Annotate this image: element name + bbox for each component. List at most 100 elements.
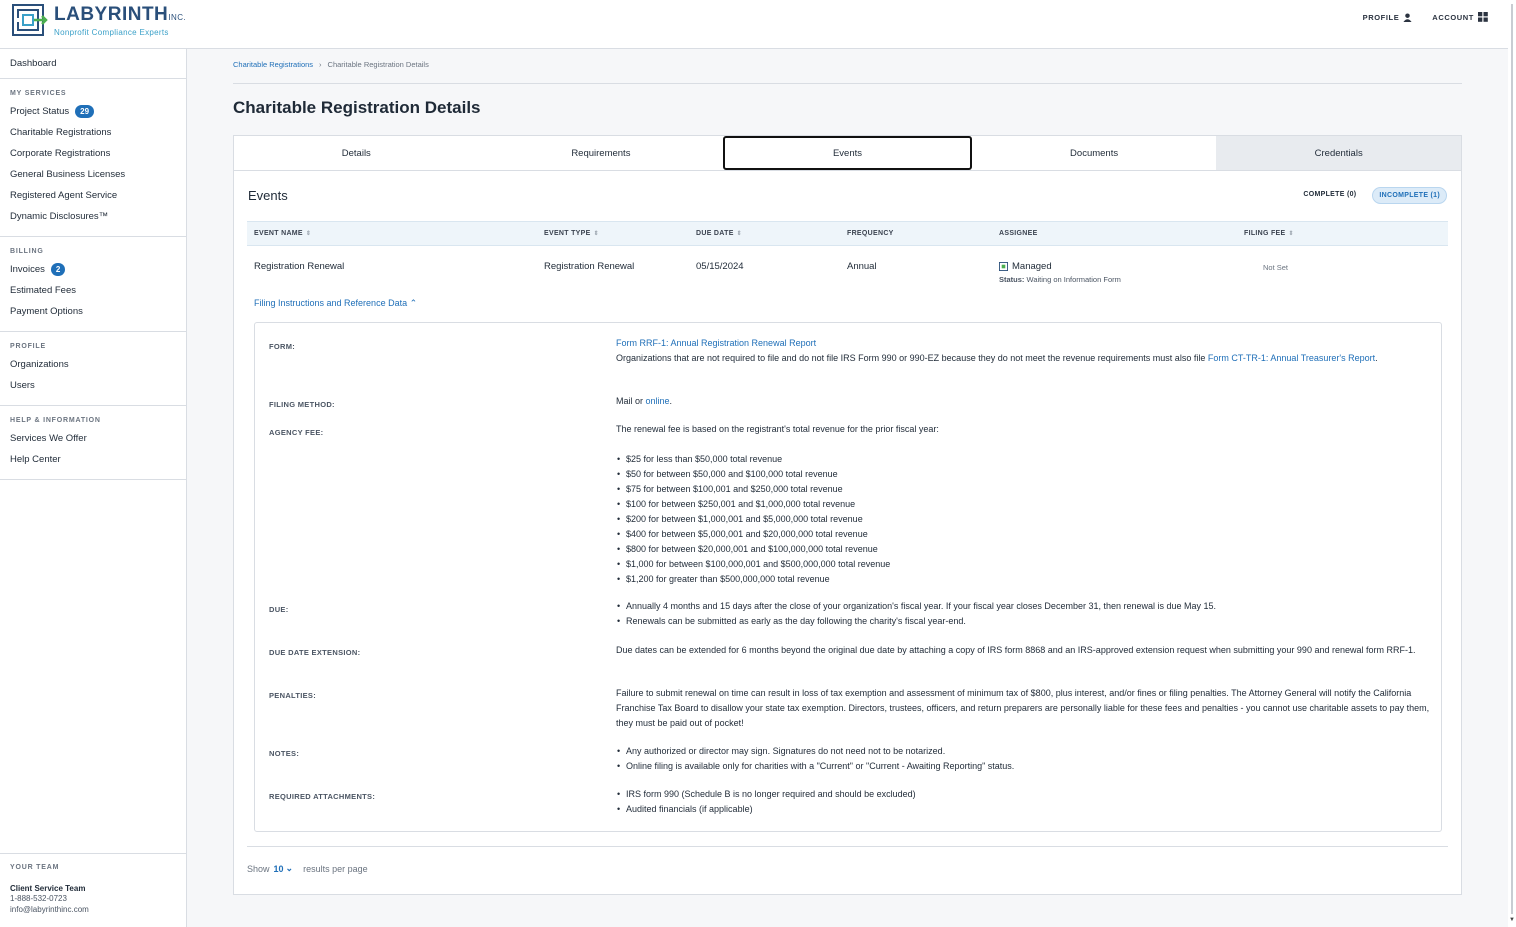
breadcrumb-current: Charitable Registration Details [327,60,429,69]
sidebar-item-help-center[interactable]: Help Center [10,449,176,470]
list-item: $100 for between $250,001 and $1,000,000… [617,497,1431,512]
labyrinth-mini-icon [999,262,1008,271]
top-header: LABYRINTHINC. Nonprofit Compliance Exper… [0,0,1508,49]
team-phone[interactable]: 1-888-532-0723 [10,893,176,904]
toggle-label: Filing Instructions and Reference Data [254,298,408,308]
filter-incomplete[interactable]: INCOMPLETE (1) [1372,187,1447,204]
form-description: Organizations that are not required to f… [616,353,1208,363]
form-value: Form RRF-1: Annual Registration Renewal … [616,336,1431,366]
col-filing-fee[interactable]: FILING FEE ⇕ [1244,230,1294,237]
tab-details[interactable]: Details [234,136,479,170]
sidebar-item-users[interactable]: Users [10,375,176,396]
sidebar-item-invoices[interactable]: Invoices 2 [10,259,176,280]
sort-icon: ⇕ [1288,231,1294,237]
method-text: Mail or [616,396,646,406]
sidebar-item-registered-agent[interactable]: Registered Agent Service [10,185,176,206]
events-heading: Events [248,188,288,203]
list-item: $50 for between $50,000 and $100,000 tot… [617,467,1431,482]
sidebar-item-business-licenses[interactable]: General Business Licenses [10,164,176,185]
due-value: Annually 4 months and 15 days after the … [616,599,1431,629]
team-email[interactable]: info@labyrinthinc.com [10,904,176,915]
online-link[interactable]: online [646,396,670,406]
penalties-label: PENALTIES: [269,691,317,700]
agency-fee-value: The renewal fee is based on the registra… [616,422,1431,587]
sidebar-item-services-we-offer[interactable]: Services We Offer [10,428,176,449]
col-event-type[interactable]: EVENT TYPE ⇕ [544,230,599,237]
list-item: Audited financials (if applicable) [617,802,1431,817]
events-table-header: EVENT NAME ⇕ EVENT TYPE ⇕ DUE DATE ⇕ FREQUE… [247,221,1448,246]
due-list: Annually 4 months and 15 days after the … [616,599,1431,629]
due-date-extension-label: DUE DATE EXTENSION: [269,648,361,657]
required-attachments-label: REQUIRED ATTACHMENTS: [269,792,376,801]
sidebar-item-project-status[interactable]: Project Status 29 [10,101,176,122]
event-assignee: Managed Status: Waiting on Information F… [999,261,1121,284]
sidebar-heading-help: HELP & INFORMATION [10,417,101,424]
tab-credentials[interactable]: Credentials [1216,136,1461,170]
breadcrumb-parent-link[interactable]: Charitable Registrations [233,60,313,69]
sidebar-item-label: Invoices [10,264,45,275]
tab-documents[interactable]: Documents [972,136,1217,170]
account-menu[interactable]: ACCOUNT [1432,12,1488,22]
fee-list: $25 for less than $50,000 total revenue … [616,452,1431,587]
sidebar-item-dashboard[interactable]: Dashboard [10,53,176,74]
attachments-list: IRS form 990 (Schedule B is no longer re… [616,787,1431,817]
col-label: FILING FEE [1244,230,1286,237]
logo-title: LABYRINTHINC. [54,4,187,25]
notes-label: NOTES: [269,749,300,758]
sidebar-heading-services: MY SERVICES [10,90,67,97]
per-page-select[interactable]: 10 ⌄ [274,863,294,874]
scroll-down-icon[interactable]: ▼ [1509,917,1515,923]
user-icon [1403,12,1412,22]
per-page-suffix: results per page [303,863,368,874]
sidebar-item-payment-options[interactable]: Payment Options [10,301,176,322]
penalties-value: Failure to submit renewal on time can re… [616,688,1430,728]
chevron-down-icon: ⌄ [285,863,294,873]
your-team-panel: YOUR TEAM Client Service Team 1-888-532-… [0,853,186,927]
sidebar-item-dynamic-disclosures[interactable]: Dynamic Disclosures™ [10,206,176,227]
account-label: ACCOUNT [1432,12,1474,22]
assignee-label: Managed [1012,261,1052,272]
sidebar-item-corporate-registrations[interactable]: Corporate Registrations [10,143,176,164]
notes-value: Any authorized or director may sign. Sig… [616,744,1431,774]
sort-icon: ⇕ [305,231,312,237]
page-scrollbar[interactable]: ▼ [1508,0,1516,927]
sidebar-item-estimated-fees[interactable]: Estimated Fees [10,280,176,301]
list-item: Online filing is available only for char… [617,759,1431,774]
form-rrf1-link[interactable]: Form RRF-1: Annual Registration Renewal … [616,338,816,348]
event-name: Registration Renewal [254,261,345,272]
list-item: $400 for between $5,000,001 and $20,000,… [617,527,1431,542]
col-frequency: FREQUENCY [847,230,894,237]
list-item: $1,000 for between $100,000,001 and $500… [617,557,1431,572]
filter-complete[interactable]: COMPLETE (0) [1297,187,1362,204]
grid-icon [1478,12,1488,22]
per-page-value: 10 [273,863,284,874]
list-item: $75 for between $100,001 and $250,000 to… [617,482,1431,497]
col-event-name[interactable]: EVENT NAME ⇕ [254,230,311,237]
sidebar-item-label: Project Status [10,106,70,117]
fee-intro: The renewal fee is based on the registra… [616,424,939,434]
filing-method-value: Mail or online. [616,394,1431,409]
sidebar-item-organizations[interactable]: Organizations [10,354,176,375]
col-due-date[interactable]: DUE DATE ⇕ [696,230,742,237]
event-status: Status: Waiting on Information Form [999,275,1121,284]
tab-events[interactable]: Events [723,136,972,170]
list-item: Renewals can be submitted as early as th… [617,614,1431,629]
sidebar-item-charitable-registrations[interactable]: Charitable Registrations [10,122,176,143]
tab-requirements[interactable]: Requirements [479,136,724,170]
agency-fee-label: AGENCY FEE: [269,428,324,437]
col-label: EVENT NAME [254,230,303,237]
scrollbar-track[interactable] [1511,4,1513,914]
form-cttr1-link[interactable]: Form CT-TR-1: Annual Treasurer's Report [1208,353,1375,363]
show-label: Show [247,863,270,874]
profile-label: PROFILE [1362,12,1400,22]
table-row[interactable]: Registration Renewal Registration Renewa… [247,256,1448,286]
sort-icon: ⇕ [736,231,742,237]
logo[interactable]: LABYRINTHINC. Nonprofit Compliance Exper… [12,4,186,37]
profile-menu[interactable]: PROFILE [1363,12,1413,22]
logo-subtitle: Nonprofit Compliance Experts [54,28,169,37]
filing-instructions-toggle[interactable]: Filing Instructions and Reference Data ⌃ [254,298,417,309]
col-label: ASSIGNEE [999,230,1038,237]
due-label: DUE: [269,605,289,614]
event-filters: COMPLETE (0) INCOMPLETE (1) [1297,187,1447,204]
list-item: $25 for less than $50,000 total revenue [617,452,1431,467]
